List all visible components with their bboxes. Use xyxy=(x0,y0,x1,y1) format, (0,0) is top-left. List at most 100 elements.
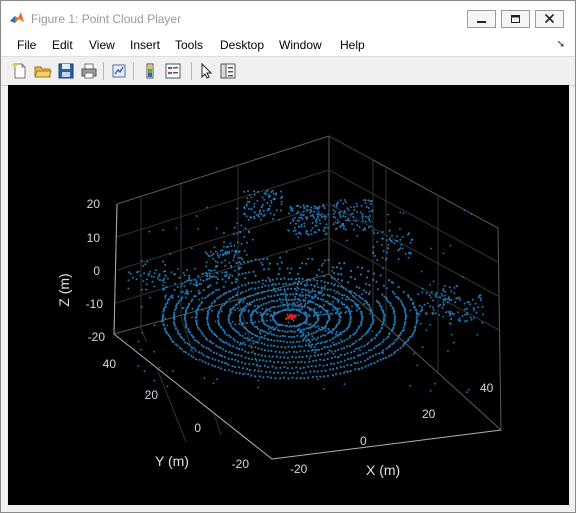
menu-desktop[interactable]: Desktop xyxy=(220,38,264,52)
point xyxy=(195,315,198,318)
point-cloud-axes[interactable]: 20 10 0 -10 -20 40 20 0 -20 -20 0 20 40 … xyxy=(8,85,569,505)
point xyxy=(323,341,326,344)
point xyxy=(304,284,307,287)
point xyxy=(290,209,293,212)
point xyxy=(267,284,270,287)
point xyxy=(374,254,376,257)
y-tick-label: 20 xyxy=(145,388,159,402)
point xyxy=(193,283,195,285)
point xyxy=(448,298,451,300)
point xyxy=(461,275,464,278)
point xyxy=(293,314,297,317)
point xyxy=(320,287,323,290)
menu-dock-arrow-icon[interactable]: ➘ xyxy=(557,39,565,50)
point xyxy=(188,278,191,281)
menu-edit[interactable]: Edit xyxy=(52,38,73,52)
plot-canvas[interactable]: 20 10 0 -10 -20 40 20 0 -20 -20 0 20 40 … xyxy=(8,85,569,505)
point xyxy=(327,281,330,284)
point xyxy=(311,290,314,293)
point xyxy=(343,329,346,332)
point xyxy=(369,214,371,217)
point xyxy=(219,253,222,256)
print-icon[interactable] xyxy=(80,62,98,80)
menu-window[interactable]: Window xyxy=(279,38,322,52)
point xyxy=(375,280,378,283)
save-icon[interactable] xyxy=(57,62,75,80)
point xyxy=(252,342,255,345)
point xyxy=(376,240,379,243)
point xyxy=(357,304,360,307)
point xyxy=(385,297,388,300)
point xyxy=(242,298,245,301)
close-icon xyxy=(544,13,555,24)
point xyxy=(264,334,266,337)
point xyxy=(304,289,307,292)
point xyxy=(342,365,346,368)
point xyxy=(190,349,192,352)
colorbar-icon[interactable] xyxy=(141,62,159,80)
point xyxy=(369,313,371,315)
point xyxy=(359,296,362,299)
point xyxy=(331,295,334,298)
close-button[interactable] xyxy=(535,10,564,28)
point xyxy=(267,295,270,298)
menu-view[interactable]: View xyxy=(89,38,115,52)
point xyxy=(446,301,449,304)
point xyxy=(296,301,299,304)
point xyxy=(210,254,213,257)
new-file-icon[interactable] xyxy=(11,62,29,80)
point xyxy=(284,324,287,327)
property-inspector-icon[interactable] xyxy=(219,62,237,80)
point xyxy=(394,239,397,242)
point xyxy=(244,277,247,280)
point xyxy=(381,340,384,344)
point xyxy=(247,288,251,291)
point xyxy=(423,303,426,306)
point xyxy=(353,291,356,295)
point xyxy=(208,293,211,296)
point xyxy=(213,365,217,368)
point xyxy=(348,336,351,339)
point xyxy=(413,326,416,329)
menu-help[interactable]: Help xyxy=(340,38,365,52)
point xyxy=(193,278,196,281)
menu-file[interactable]: File xyxy=(17,38,36,52)
point xyxy=(305,327,308,330)
point xyxy=(240,256,243,259)
point xyxy=(322,364,325,367)
open-folder-icon[interactable] xyxy=(34,62,52,80)
point xyxy=(212,351,216,354)
menu-tools[interactable]: Tools xyxy=(175,38,203,52)
point xyxy=(450,298,453,301)
point xyxy=(364,365,367,368)
point xyxy=(224,251,227,254)
point xyxy=(270,313,273,316)
point xyxy=(277,289,280,292)
link-plot-icon[interactable] xyxy=(110,62,128,80)
pointer-icon[interactable] xyxy=(197,62,215,80)
point xyxy=(358,338,361,341)
point xyxy=(314,351,316,354)
point xyxy=(263,312,265,315)
point xyxy=(302,366,305,369)
point xyxy=(182,338,185,342)
point xyxy=(340,353,343,356)
point xyxy=(343,294,346,297)
legend-icon[interactable] xyxy=(164,62,182,80)
point xyxy=(311,343,314,346)
point xyxy=(268,262,271,265)
point xyxy=(329,362,332,365)
minimize-button[interactable] xyxy=(467,10,496,28)
menu-insert[interactable]: Insert xyxy=(130,38,160,52)
point xyxy=(253,193,256,196)
point xyxy=(367,216,370,219)
point xyxy=(358,307,361,310)
point xyxy=(260,342,263,345)
point xyxy=(320,347,324,350)
point xyxy=(307,338,310,341)
point xyxy=(382,311,385,314)
point xyxy=(314,326,317,329)
point xyxy=(211,364,214,367)
point xyxy=(361,217,364,220)
maximize-button[interactable] xyxy=(501,10,530,28)
